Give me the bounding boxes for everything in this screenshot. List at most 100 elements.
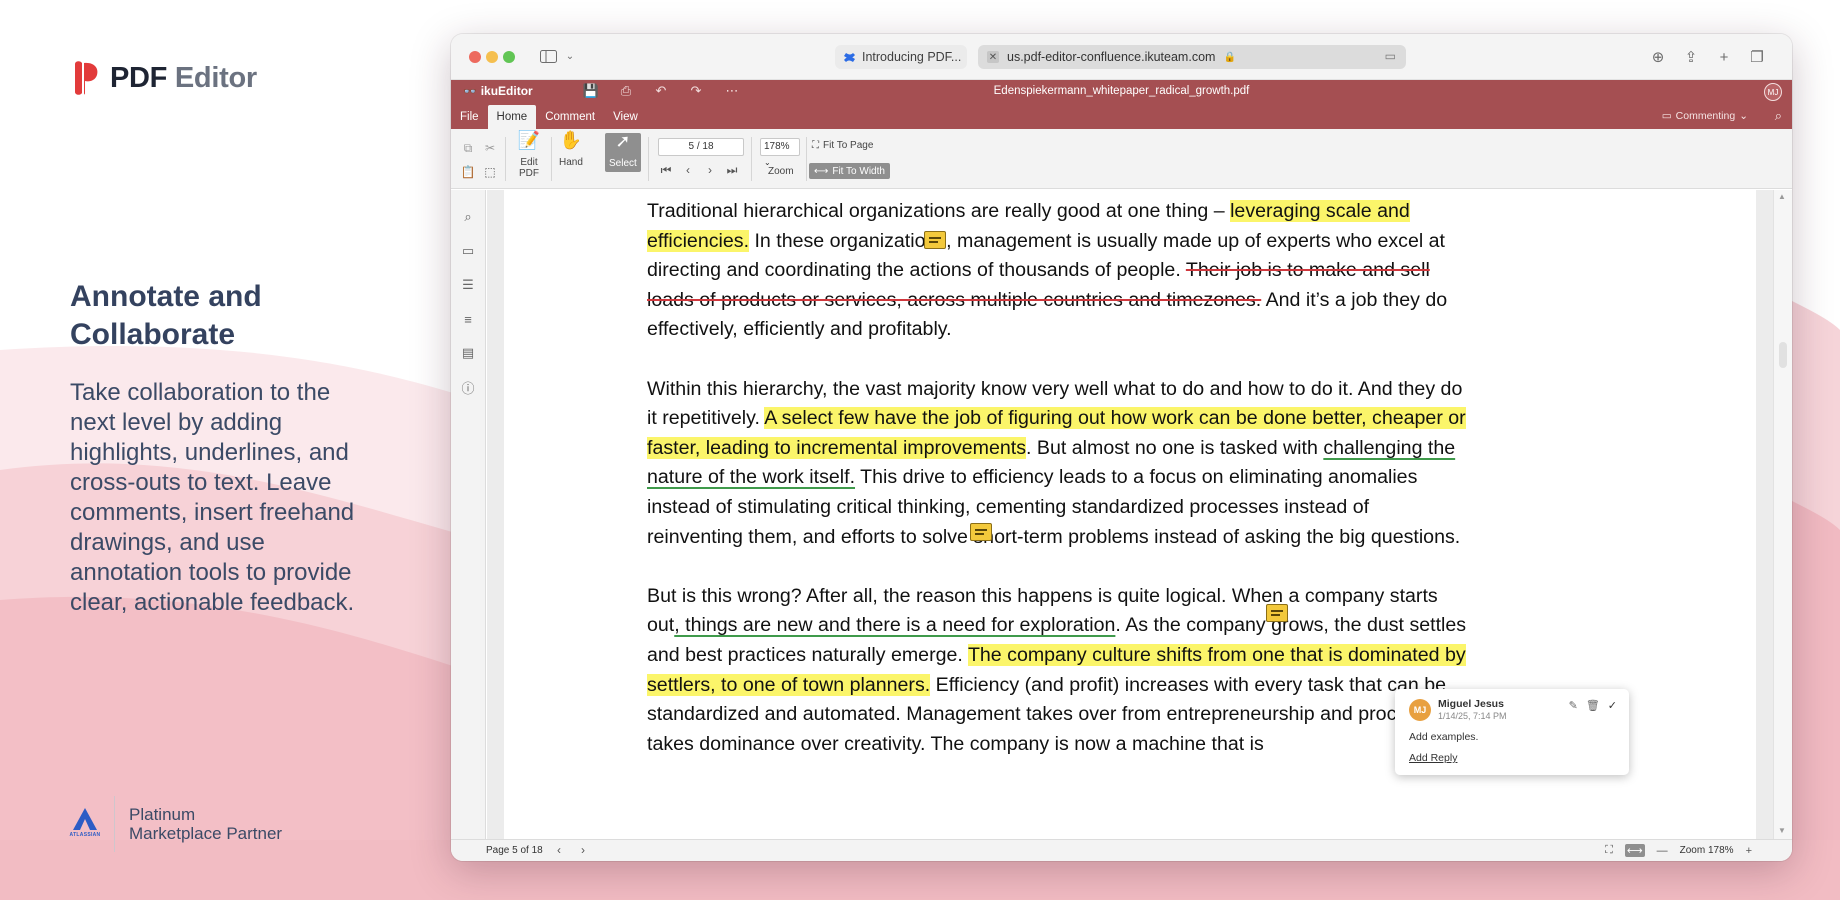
copy-icon[interactable]: ⧉ (459, 140, 477, 156)
minimize-window-button[interactable] (486, 51, 498, 63)
delete-icon[interactable]: 🗑 (1586, 699, 1600, 712)
ribbon-separator (806, 137, 807, 181)
user-avatar[interactable]: MJ (1764, 83, 1782, 101)
tool-sidebar: ⌕ ▭ ☰ ≡ ▤ ⓘ (451, 190, 486, 839)
add-reply-link[interactable]: Add Reply (1409, 752, 1457, 764)
zoom-select[interactable]: 178% ⌄ (760, 138, 800, 167)
search-icon[interactable]: ⌕ (459, 208, 477, 226)
status-bar: Page 5 of 18 ‹ › ⛶ ⟷ — Zoom 178% + (451, 839, 1792, 861)
confluence-icon (844, 52, 855, 62)
select-tool-button[interactable]: ➚ Select (605, 131, 641, 172)
sidebar-toggle-icon[interactable] (538, 46, 558, 66)
page-number-input[interactable]: 5 / 18 (658, 138, 744, 156)
new-tab-icon[interactable]: + (1713, 46, 1735, 68)
cursor-icon: ➚ (615, 131, 631, 151)
document-title: Edenspiekermann_whitepaper_radical_growt… (993, 85, 1250, 97)
document-text[interactable]: Traditional hierarchical organizations a… (647, 197, 1467, 789)
page-status: Page 5 of 18 (486, 845, 543, 856)
marketing-body: Take collaboration to the next level by … (70, 379, 355, 616)
chevron-down-icon[interactable]: ⌄ (563, 46, 577, 66)
tab-close-icon[interactable]: ✕ (987, 51, 999, 63)
paragraph-2[interactable]: Within this hierarchy, the vast majority… (647, 375, 1467, 553)
comment-author-avatar: MJ (1409, 699, 1431, 721)
first-page-icon[interactable]: ⏮ (658, 163, 674, 178)
vertical-scrollbar[interactable]: ▲ ▼ (1773, 190, 1792, 839)
underline-annotation[interactable]: , things are new and there is a need for… (674, 614, 1115, 636)
share-icon[interactable]: ⇪ (1680, 46, 1702, 68)
cut-icon[interactable]: ✂ (481, 140, 499, 156)
url-text[interactable]: us.pdf-editor-confluence.ikuteam.com (1007, 50, 1215, 64)
select-area-icon[interactable]: ⬚ (481, 164, 499, 180)
zoom-status: Zoom 178% (1679, 845, 1734, 856)
comments-icon[interactable]: ▭ (459, 242, 477, 260)
close-window-button[interactable] (469, 51, 481, 63)
brand: PDF Editor (72, 60, 257, 96)
sticky-note-icon[interactable] (924, 231, 946, 249)
paste-icon[interactable]: 📋 (459, 164, 477, 180)
comment-author: Miguel Jesus (1438, 698, 1504, 710)
marketing-headline: Annotate and Collaborate (70, 280, 262, 351)
scroll-up-icon[interactable]: ▲ (1778, 192, 1786, 201)
browser-tab-introducing[interactable]: Introducing PDF... (835, 45, 967, 69)
ribbon-separator (551, 137, 552, 181)
browser-window: ⌄ Introducing PDF... ✕ us.pdf-editor-con… (451, 34, 1792, 861)
comment-text: Add examples. (1409, 731, 1479, 743)
status-right: ⛶ ⟷ — Zoom 178% + (1605, 844, 1752, 857)
paragraph-1[interactable]: Traditional hierarchical organizations a… (647, 197, 1467, 345)
thumbnails-icon[interactable]: ▤ (459, 344, 477, 362)
last-page-icon[interactable]: ⏭ (724, 163, 740, 178)
atlassian-logo-icon: ATLASSIAN (70, 807, 100, 841)
fit-to-width-button[interactable]: ⟷ Fit To Width (809, 163, 890, 179)
comment-popup: MJ Miguel Jesus 1/14/25, 7:14 PM ✎ 🗑 ✓ A… (1395, 689, 1629, 775)
comment-date: 1/14/25, 7:14 PM (1438, 711, 1507, 721)
mode-dropdown[interactable]: ▭ Commenting ⌄ (1662, 110, 1748, 122)
tab-overview-icon[interactable]: ❐ (1746, 46, 1768, 68)
scroll-thumb[interactable] (1779, 342, 1787, 368)
zoom-out-icon[interactable]: — (1657, 845, 1668, 857)
menu-home[interactable]: Home (487, 105, 537, 129)
info-icon[interactable]: ⓘ (459, 378, 477, 396)
partner-divider (114, 796, 115, 852)
menu-view[interactable]: View (604, 105, 647, 129)
edit-pdf-button[interactable]: 📝 Edit PDF (514, 131, 544, 179)
zoom-label: Zoom (768, 166, 794, 177)
sticky-note-icon[interactable] (1266, 604, 1288, 622)
hand-icon: ✋ (559, 130, 583, 150)
partner-text: Platinum Marketplace Partner (129, 805, 283, 843)
fit-width-icon: ⟷ (814, 165, 829, 177)
fit-to-page-button[interactable]: ⛶ Fit To Page (812, 140, 873, 151)
comment-list-icon[interactable]: ☰ (459, 276, 477, 294)
menu-comment[interactable]: Comment (536, 105, 604, 129)
prev-page-icon[interactable]: ‹ (557, 843, 561, 857)
pdf-editor-logo-icon (75, 61, 98, 95)
brand-name: PDF Editor (110, 61, 257, 94)
reader-mode-icon[interactable]: ▭ (1385, 49, 1396, 63)
ribbon-toolbar: ⧉ ✂ 📋 ⬚ 📝 Edit PDF ✋ Hand ➚ Select 5 / 1… (451, 129, 1792, 189)
resolve-check-icon[interactable]: ✓ (1608, 699, 1617, 712)
next-page-icon[interactable]: › (702, 163, 718, 177)
outline-icon[interactable]: ≡ (459, 310, 477, 328)
comment-actions: ✎ 🗑 ✓ (1569, 699, 1617, 712)
partner-badge: ATLASSIAN Platinum Marketplace Partner (70, 796, 282, 852)
fit-width-icon[interactable]: ⟷ (1624, 844, 1645, 857)
ribbon-separator (751, 137, 752, 181)
download-icon[interactable]: ⊕ (1647, 46, 1669, 68)
browser-tab-active[interactable]: ✕ us.pdf-editor-confluence.ikuteam.com 🔒… (978, 45, 1406, 69)
chevron-down-icon: ⌄ (1739, 110, 1748, 122)
maximize-window-button[interactable] (503, 51, 515, 63)
ribbon-separator (505, 137, 506, 181)
fit-page-icon[interactable]: ⛶ (1605, 844, 1613, 857)
menu-file[interactable]: File (451, 105, 488, 129)
search-icon[interactable]: ⌕ (1775, 108, 1782, 124)
app-header: 👓 ikuEditor 💾 ⎙ ↶ ↷ ⋯ Edenspiekermann_wh… (451, 80, 1792, 129)
edit-icon[interactable]: ✎ (1569, 699, 1578, 712)
scroll-down-icon[interactable]: ▼ (1778, 826, 1786, 835)
zoom-in-icon[interactable]: + (1746, 845, 1752, 857)
lock-icon: 🔒 (1223, 51, 1236, 63)
ribbon-separator (648, 137, 649, 181)
hand-tool-button[interactable]: ✋ Hand (559, 130, 583, 168)
next-page-icon[interactable]: › (581, 843, 585, 857)
sticky-note-icon[interactable] (970, 523, 992, 541)
prev-page-icon[interactable]: ‹ (680, 163, 696, 177)
paragraph-3[interactable]: But is this wrong? After all, the reason… (647, 582, 1467, 760)
